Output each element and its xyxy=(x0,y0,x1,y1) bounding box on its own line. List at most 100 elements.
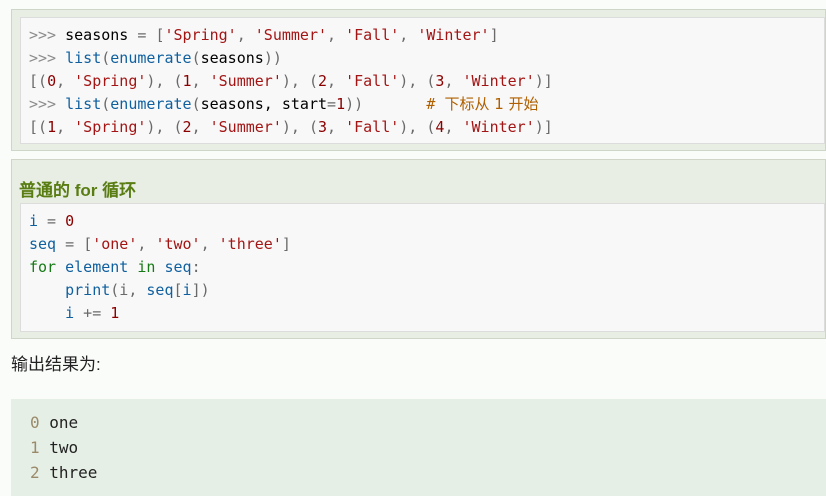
code-line: >>> list(enumerate(seasons, start=1)) # … xyxy=(29,93,539,115)
code-panel-1: >>> seasons = ['Spring', 'Summer', 'Fall… xyxy=(11,9,826,151)
code-line: print(i, seq[i]) xyxy=(29,279,210,301)
token: 'Winter' xyxy=(417,26,490,44)
token: seasons, start xyxy=(200,95,328,113)
token: 2 xyxy=(182,118,192,136)
token: 1 xyxy=(110,304,120,322)
token: ( xyxy=(191,95,201,113)
token: ] xyxy=(489,26,499,44)
output-value: two xyxy=(39,438,79,457)
token: i xyxy=(65,304,75,322)
code-line: >>> list(enumerate(seasons)) xyxy=(29,47,282,69)
token: list xyxy=(65,49,102,67)
token: (i, xyxy=(110,281,147,299)
token: print xyxy=(65,281,111,299)
token: enumerate xyxy=(110,49,192,67)
code-line: i = 0 xyxy=(29,210,74,232)
token: , xyxy=(327,26,346,44)
token: 'Fall' xyxy=(345,26,400,44)
output-index: 2 xyxy=(30,463,40,482)
code-block-for-loop: i = 0 seq = ['one', 'two', 'three'] for … xyxy=(20,203,825,332)
token: element xyxy=(65,258,129,276)
token: for xyxy=(29,258,57,276)
token: seq xyxy=(146,281,174,299)
token: 'three' xyxy=(218,235,282,253)
token: seq xyxy=(29,235,57,253)
token: ), ( xyxy=(146,118,183,136)
token: , xyxy=(137,235,156,253)
token: i xyxy=(29,212,39,230)
token: )) xyxy=(263,49,282,67)
token: 'Summer' xyxy=(209,118,282,136)
token: [ xyxy=(173,281,183,299)
output-index: 0 xyxy=(30,413,40,432)
output-index: 1 xyxy=(30,438,40,457)
token: [ xyxy=(83,235,93,253)
token: in xyxy=(137,258,156,276)
token: 1 xyxy=(336,95,346,113)
token: seq xyxy=(164,258,192,276)
token: 'two' xyxy=(155,235,201,253)
token: )] xyxy=(534,72,553,90)
token: ), ( xyxy=(146,72,183,90)
code-line: [(0, 'Spring'), (1, 'Summer'), (2, 'Fall… xyxy=(29,70,553,92)
token: ), ( xyxy=(399,72,436,90)
token: )] xyxy=(534,118,553,136)
token: , xyxy=(191,118,210,136)
token: , xyxy=(399,26,418,44)
code-line: for element in seq: xyxy=(29,256,201,278)
token: 2 xyxy=(318,72,328,90)
token: 'Fall' xyxy=(345,118,400,136)
token: ), ( xyxy=(281,118,318,136)
token: , xyxy=(200,235,219,253)
token: ( xyxy=(101,49,111,67)
code-line: >>> seasons = ['Spring', 'Summer', 'Fall… xyxy=(29,24,499,46)
code-panel-2: 普通的 for 循环 i = 0 seq = ['one', 'two', 't… xyxy=(11,159,826,339)
token: , xyxy=(327,118,346,136)
token: 'Fall' xyxy=(345,72,400,90)
token: [( xyxy=(29,118,48,136)
comment-text: 下标从 1 开始 xyxy=(444,95,539,113)
token: ]) xyxy=(191,281,210,299)
token: 1 xyxy=(47,118,57,136)
prompt: >>> xyxy=(29,26,66,44)
code-block-enumerate: >>> seasons = ['Spring', 'Summer', 'Fall… xyxy=(20,17,825,144)
code-line: seq = ['one', 'two', 'three'] xyxy=(29,233,291,255)
token: , xyxy=(191,72,210,90)
output-line: 2 three xyxy=(30,460,97,485)
token: 'Winter' xyxy=(462,72,535,90)
token: 'Spring' xyxy=(164,26,237,44)
token: i xyxy=(182,281,192,299)
token: 1 xyxy=(182,72,192,90)
token: 0 xyxy=(47,72,57,90)
token: = xyxy=(56,235,84,253)
prompt: >>> xyxy=(29,49,66,67)
token: ( xyxy=(191,49,201,67)
token: = xyxy=(38,212,66,230)
token: 'Summer' xyxy=(254,26,328,44)
token: enumerate xyxy=(110,95,192,113)
token: , xyxy=(236,26,255,44)
token: , xyxy=(444,72,463,90)
token: 'Spring' xyxy=(74,72,147,90)
token: ), ( xyxy=(399,118,436,136)
output-line: 1 two xyxy=(30,435,78,460)
token: [( xyxy=(29,72,48,90)
token: += xyxy=(74,304,111,322)
token: 'Summer' xyxy=(209,72,282,90)
token: ( xyxy=(101,95,111,113)
code-line: i += 1 xyxy=(29,302,119,324)
token: , xyxy=(444,118,463,136)
output-value: three xyxy=(39,463,98,482)
token: ), ( xyxy=(281,72,318,90)
token: 'Winter' xyxy=(462,118,535,136)
token: 0 xyxy=(65,212,75,230)
output-label: 输出结果为: xyxy=(11,355,101,374)
token: 'one' xyxy=(92,235,138,253)
token: ] xyxy=(281,235,291,253)
output-line: 0 one xyxy=(30,410,78,435)
token: : xyxy=(191,258,201,276)
token: seasons xyxy=(200,49,264,67)
